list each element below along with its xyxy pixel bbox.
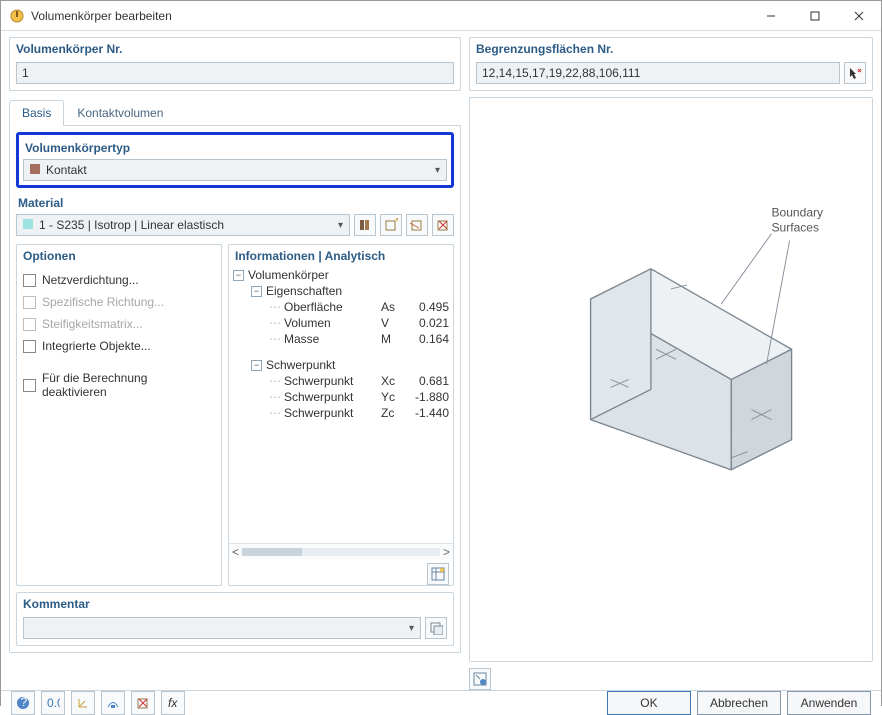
comment-apply-button[interactable]: [425, 617, 447, 639]
solid-type-combo[interactable]: Kontakt ▾: [23, 159, 447, 181]
preview-toolbar: [469, 662, 873, 690]
svg-text:?: ?: [21, 696, 28, 709]
material-label: Material: [16, 194, 454, 214]
tab-basic[interactable]: Basis: [9, 100, 64, 126]
check-integrated-objects[interactable]: Integrierte Objekte...: [23, 335, 215, 357]
scroll-thumb[interactable]: [242, 548, 302, 556]
window-buttons: [749, 1, 881, 31]
tab-panel-basic: Volumenkörpertyp Kontakt ▾ Material 1 - …: [9, 126, 461, 653]
tab-contact-volume[interactable]: Kontaktvolumen: [64, 100, 176, 126]
material-row: 1 - S235 | Isotrop | Linear elastisch ▾ …: [16, 214, 454, 236]
solid-type-highlight: Volumenkörpertyp Kontakt ▾: [16, 132, 454, 188]
check-stiffness-matrix: Steifigkeitsmatrix...: [23, 313, 215, 335]
info-table-button[interactable]: [427, 563, 449, 585]
svg-text:fx: fx: [168, 696, 178, 710]
collapse-icon[interactable]: −: [233, 270, 244, 281]
cancel-button[interactable]: Abbrechen: [697, 691, 781, 715]
tab-strip: Basis Kontaktvolumen: [9, 99, 461, 126]
chevron-down-icon: ▾: [338, 220, 343, 231]
bottom-bar: ? 0.00 fx OK Abbrechen Anwenden: [1, 690, 881, 715]
material-edit-button[interactable]: [406, 214, 428, 236]
units-button[interactable]: 0.00: [41, 691, 65, 715]
pick-surfaces-button[interactable]: [844, 62, 866, 84]
chevron-down-icon: ▾: [435, 165, 440, 176]
material-delete-button[interactable]: [432, 214, 454, 236]
preview-pane[interactable]: Boundary Surfaces: [469, 97, 873, 662]
info-panel: Informationen | Analytisch −Volumenkörpe…: [228, 244, 454, 586]
left-column: Volumenkörper Nr. Basis Kontaktvolumen V…: [9, 37, 461, 690]
material-swatch-icon: [23, 219, 33, 229]
apply-button[interactable]: Anwenden: [787, 691, 871, 715]
preview-annotation: Boundary: [771, 206, 823, 220]
comment-combo[interactable]: ▾: [23, 617, 421, 639]
preview-settings-button[interactable]: [469, 668, 491, 690]
right-column: Begrenzungsflächen Nr.: [469, 37, 873, 690]
options-info-row: Optionen Netzverdichtung... Spezifische …: [16, 244, 454, 586]
help-button[interactable]: ?: [11, 691, 35, 715]
boundary-surfaces-label: Begrenzungsflächen Nr.: [470, 38, 872, 58]
material-combo[interactable]: 1 - S235 | Isotrop | Linear elastisch ▾: [16, 214, 350, 236]
titlebar: Volumenkörper bearbeiten: [1, 1, 881, 31]
solid-number-label: Volumenkörper Nr.: [10, 38, 460, 58]
solid-number-group: Volumenkörper Nr.: [9, 37, 461, 91]
solid-type-label: Volumenkörpertyp: [23, 139, 447, 159]
window-title: Volumenkörper bearbeiten: [31, 9, 749, 23]
dialog-window: Volumenkörper bearbeiten Volumenkörper N…: [0, 0, 882, 706]
close-button[interactable]: [837, 1, 881, 31]
check-deactivate-calc[interactable]: Für die Berechnung deaktivieren: [23, 367, 215, 403]
comment-label: Kommentar: [17, 593, 453, 613]
boundary-surfaces-group: Begrenzungsflächen Nr.: [469, 37, 873, 91]
delete-button[interactable]: [131, 691, 155, 715]
collapse-icon[interactable]: −: [251, 360, 262, 371]
solid-preview-svg: Boundary Surfaces: [470, 98, 872, 661]
svg-text:✶: ✶: [393, 218, 398, 226]
coord-button[interactable]: [71, 691, 95, 715]
type-swatch-icon: [30, 164, 40, 174]
solid-number-input[interactable]: [16, 62, 454, 84]
view-button[interactable]: [101, 691, 125, 715]
info-tree[interactable]: −Volumenkörper −Eigenschaften ⋯Oberfläch…: [229, 265, 453, 543]
scroll-left-icon[interactable]: <: [232, 545, 239, 559]
options-panel: Optionen Netzverdichtung... Spezifische …: [16, 244, 222, 586]
chevron-down-icon: ▾: [409, 623, 414, 634]
check-specific-direction: Spezifische Richtung...: [23, 291, 215, 313]
app-icon: [9, 8, 25, 24]
material-library-button[interactable]: [354, 214, 376, 236]
horizontal-scrollbar[interactable]: < >: [229, 543, 453, 559]
solid-type-value: Kontakt: [46, 163, 87, 177]
options-label: Optionen: [17, 245, 221, 265]
collapse-icon[interactable]: −: [251, 286, 262, 297]
content-area: Volumenkörper Nr. Basis Kontaktvolumen V…: [1, 31, 881, 690]
material-value: 1 - S235 | Isotrop | Linear elastisch: [39, 218, 224, 232]
comment-group: Kommentar ▾: [16, 592, 454, 646]
minimize-button[interactable]: [749, 1, 793, 31]
check-mesh-refinement[interactable]: Netzverdichtung...: [23, 269, 215, 291]
svg-text:0.00: 0.00: [47, 696, 60, 710]
info-label: Informationen | Analytisch: [229, 245, 453, 265]
ok-button[interactable]: OK: [607, 691, 691, 715]
material-new-button[interactable]: ✶: [380, 214, 402, 236]
maximize-button[interactable]: [793, 1, 837, 31]
preview-annotation-2: Surfaces: [771, 221, 819, 235]
scroll-right-icon[interactable]: >: [443, 545, 450, 559]
boundary-surfaces-input[interactable]: [476, 62, 840, 84]
function-button[interactable]: fx: [161, 691, 185, 715]
